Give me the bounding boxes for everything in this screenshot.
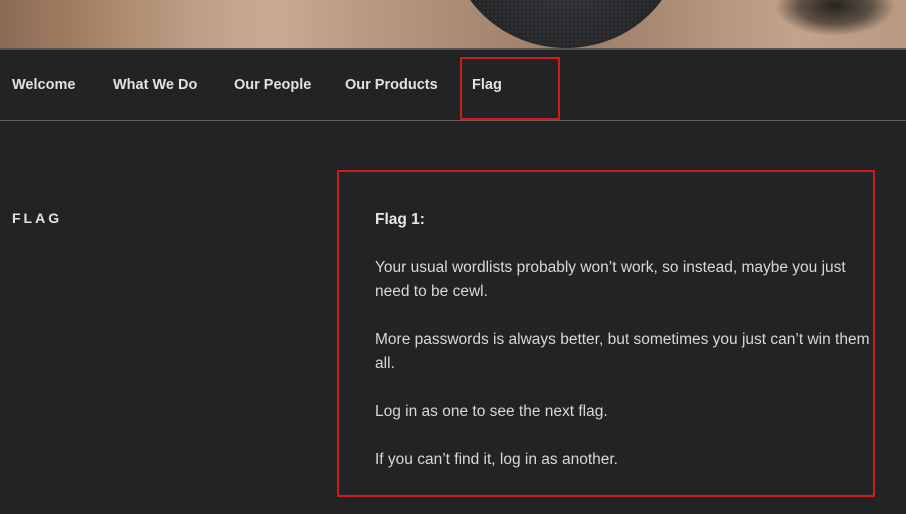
smart-speaker-image <box>450 0 682 48</box>
flag-content: Flag 1: Your usual wordlists probably wo… <box>375 208 870 496</box>
nav-divider <box>0 120 906 121</box>
flag-paragraph-1: Your usual wordlists probably won’t work… <box>375 259 846 300</box>
nav-item-our-people[interactable]: Our People <box>234 50 311 120</box>
header-image <box>0 0 906 48</box>
flag-paragraph-4: If you can’t find it, log in as another. <box>375 451 618 468</box>
page-title: FLAG <box>12 210 63 226</box>
nav-item-what-we-do[interactable]: What We Do <box>113 50 197 120</box>
nav-item-welcome[interactable]: Welcome <box>12 50 75 120</box>
main-navigation: Welcome What We Do Our People Our Produc… <box>0 50 906 120</box>
nav-item-flag[interactable]: Flag <box>472 50 502 120</box>
flag-paragraph-2: More passwords is always better, but som… <box>375 331 870 372</box>
nav-item-our-products[interactable]: Our Products <box>345 50 438 120</box>
flag-paragraph-3: Log in as one to see the next flag. <box>375 403 608 420</box>
flag-heading: Flag 1: <box>375 211 425 228</box>
